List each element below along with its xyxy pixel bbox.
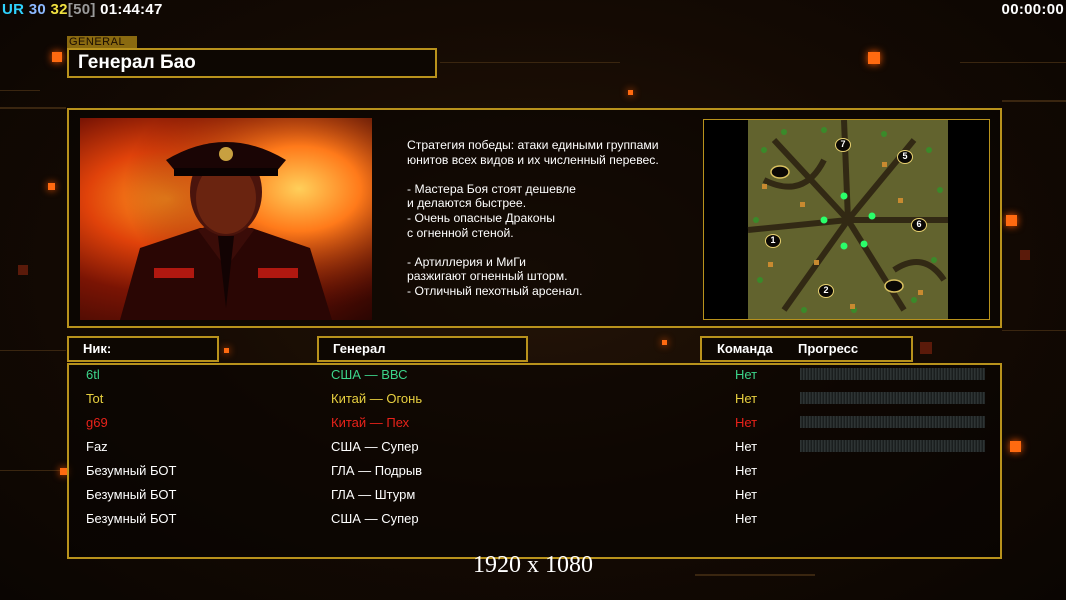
general-tag: GENERAL xyxy=(67,36,137,48)
description-line: Стратегия победы: атаки едиными группами xyxy=(407,138,659,152)
header-team-progress: Команда Прогресс xyxy=(700,336,913,362)
hud-clock: 01:44:47 xyxy=(100,1,163,18)
player-row[interactable]: Tot Китай — Огонь Нет xyxy=(0,389,1066,413)
description-line: - Мастера Боя стоят дешевле xyxy=(407,181,576,196)
hud-bracket-value: [50] xyxy=(67,1,96,18)
general-portrait xyxy=(80,118,372,320)
player-progress-bar xyxy=(800,416,985,428)
description-line: и делаются быстрее. xyxy=(407,196,527,211)
player-nick: Faz xyxy=(86,439,108,454)
start-position-marker[interactable]: 1 xyxy=(765,234,781,248)
player-team: Нет xyxy=(735,439,758,454)
start-position-marker[interactable]: 2 xyxy=(818,284,834,298)
player-general: США — Супер xyxy=(331,511,419,526)
general-name: Генерал Бао xyxy=(67,48,437,78)
description-line: - Отличный пехотный арсенал. xyxy=(407,283,583,298)
description-line: - Очень опасные Драконы xyxy=(407,210,555,225)
player-general: Китай — Пех xyxy=(331,415,410,430)
player-nick: g69 xyxy=(86,415,108,430)
player-team: Нет xyxy=(735,511,758,526)
player-general: ГЛА — Штурм xyxy=(331,487,416,502)
hud-prefix: UR xyxy=(2,1,25,18)
player-row[interactable]: Faz США — Супер Нет xyxy=(0,437,1066,461)
player-team: Нет xyxy=(735,367,758,382)
description-line: юнитов всех видов и их численный перевес… xyxy=(407,152,659,167)
header-team-label: Команда xyxy=(717,341,773,356)
player-nick: Безумный БОТ xyxy=(86,463,177,478)
general-description: Стратегия победы: атаки едиными группами… xyxy=(407,138,692,299)
description-line: - Артиллерия и МиГи xyxy=(407,254,526,269)
start-position-marker[interactable]: 7 xyxy=(835,138,851,152)
player-nick: Безумный БОТ xyxy=(86,487,177,502)
header-nick-label: Ник: xyxy=(83,341,112,356)
player-general: США — ВВС xyxy=(331,367,408,382)
start-position-marker[interactable]: 6 xyxy=(911,218,927,232)
player-row[interactable]: g69 Китай — Пех Нет xyxy=(0,413,1066,437)
header-general-label: Генерал xyxy=(333,341,386,356)
player-row[interactable]: 6tl США — ВВС Нет xyxy=(0,365,1066,389)
portrait-image xyxy=(80,118,372,320)
header-progress-label: Прогресс xyxy=(798,341,859,356)
player-row[interactable]: Безумный БОТ США — Супер Нет xyxy=(0,509,1066,533)
player-general: Китай — Огонь xyxy=(331,391,423,406)
description-line: разжигают огненный шторм. xyxy=(407,269,568,284)
player-row[interactable]: Безумный БОТ ГЛА — Подрыв Нет xyxy=(0,461,1066,485)
description-line xyxy=(407,167,692,182)
player-row[interactable]: Безумный БОТ ГЛА — Штурм Нет xyxy=(0,485,1066,509)
player-team: Нет xyxy=(735,415,758,430)
hud-value-2: 32 xyxy=(50,1,68,18)
hud-timer: 00:00:00 xyxy=(1001,1,1064,18)
player-nick: Tot xyxy=(86,391,104,406)
description-line xyxy=(407,240,692,255)
hud-value-1: 30 xyxy=(28,1,47,18)
header-general: Генерал xyxy=(317,336,528,362)
hud-stats: UR 30 32[50] 01:44:47 xyxy=(2,1,163,18)
player-team: Нет xyxy=(735,463,758,478)
description-line: с огненной стеной. xyxy=(407,225,514,240)
resolution-label: 1920 x 1080 xyxy=(473,552,593,578)
player-nick: Безумный БОТ xyxy=(86,511,177,526)
player-team: Нет xyxy=(735,487,758,502)
player-progress-bar xyxy=(800,440,985,452)
player-general: США — Супер xyxy=(331,439,419,454)
start-position-marker[interactable]: 5 xyxy=(897,150,913,164)
player-team: Нет xyxy=(735,391,758,406)
player-progress-bar xyxy=(800,392,985,404)
header-nick: Ник: xyxy=(67,336,219,362)
player-nick: 6tl xyxy=(86,367,100,382)
player-progress-bar xyxy=(800,368,985,380)
map-preview[interactable]: 7 5 1 6 2 xyxy=(703,119,990,320)
player-general: ГЛА — Подрыв xyxy=(331,463,423,478)
